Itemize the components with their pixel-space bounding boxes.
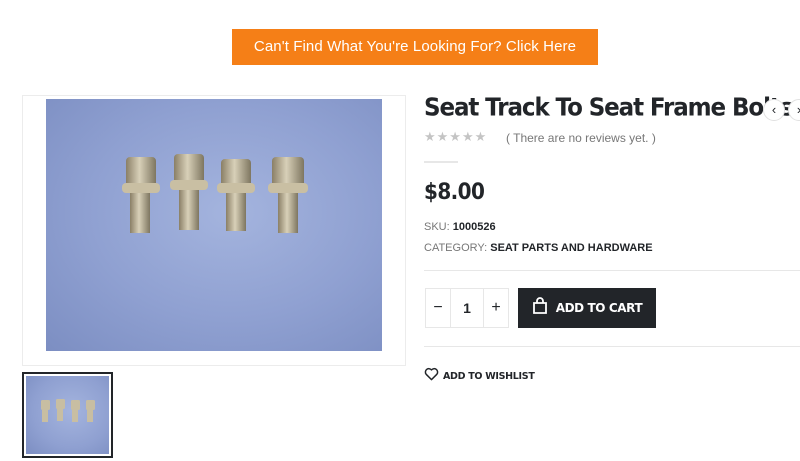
chevron-left-icon: ‹ [771,102,777,117]
divider [424,270,800,271]
qty-plus-button[interactable]: + [484,289,508,327]
product-thumbnail-image [26,376,109,454]
product-thumbnail[interactable] [22,372,113,458]
add-to-cart-button[interactable]: ADD TO CART [518,288,656,328]
product-gallery [22,95,406,366]
product-price: $8.00 [424,178,485,205]
rating-stars: ★★★★★ [424,130,488,145]
bolts-illustration [122,154,308,233]
cant-find-cta-button[interactable]: Can't Find What You're Looking For? Clic… [232,29,598,65]
quantity-stepper: − + [425,288,509,328]
reviews-count-link[interactable]: ( There are no reviews yet. ) [506,131,656,145]
sku-value: 1000526 [452,221,496,233]
wishlist-label: ADD TO WISHLIST [443,371,535,382]
heart-icon [424,367,439,386]
add-to-cart-label: ADD TO CART [555,301,643,315]
divider-short [424,161,458,163]
add-to-wishlist-link[interactable]: ADD TO WISHLIST [424,367,535,386]
prev-product-button[interactable]: ‹ [763,99,785,121]
bolts-thumbnail-illustration [41,399,95,422]
product-title: Seat Track To Seat Frame Bolts [424,94,793,123]
product-main-image[interactable] [46,99,382,351]
category-row: CATEGORY: SEAT PARTS AND HARDWARE [424,242,653,254]
category-link[interactable]: SEAT PARTS AND HARDWARE [490,242,652,254]
qty-minus-button[interactable]: − [426,289,450,327]
shopping-bag-icon [532,296,548,320]
divider [424,346,800,347]
sku-row: SKU: 1000526 [424,221,496,233]
qty-input[interactable] [450,289,484,327]
category-label: CATEGORY: [424,242,488,254]
sku-label: SKU: [424,221,450,233]
